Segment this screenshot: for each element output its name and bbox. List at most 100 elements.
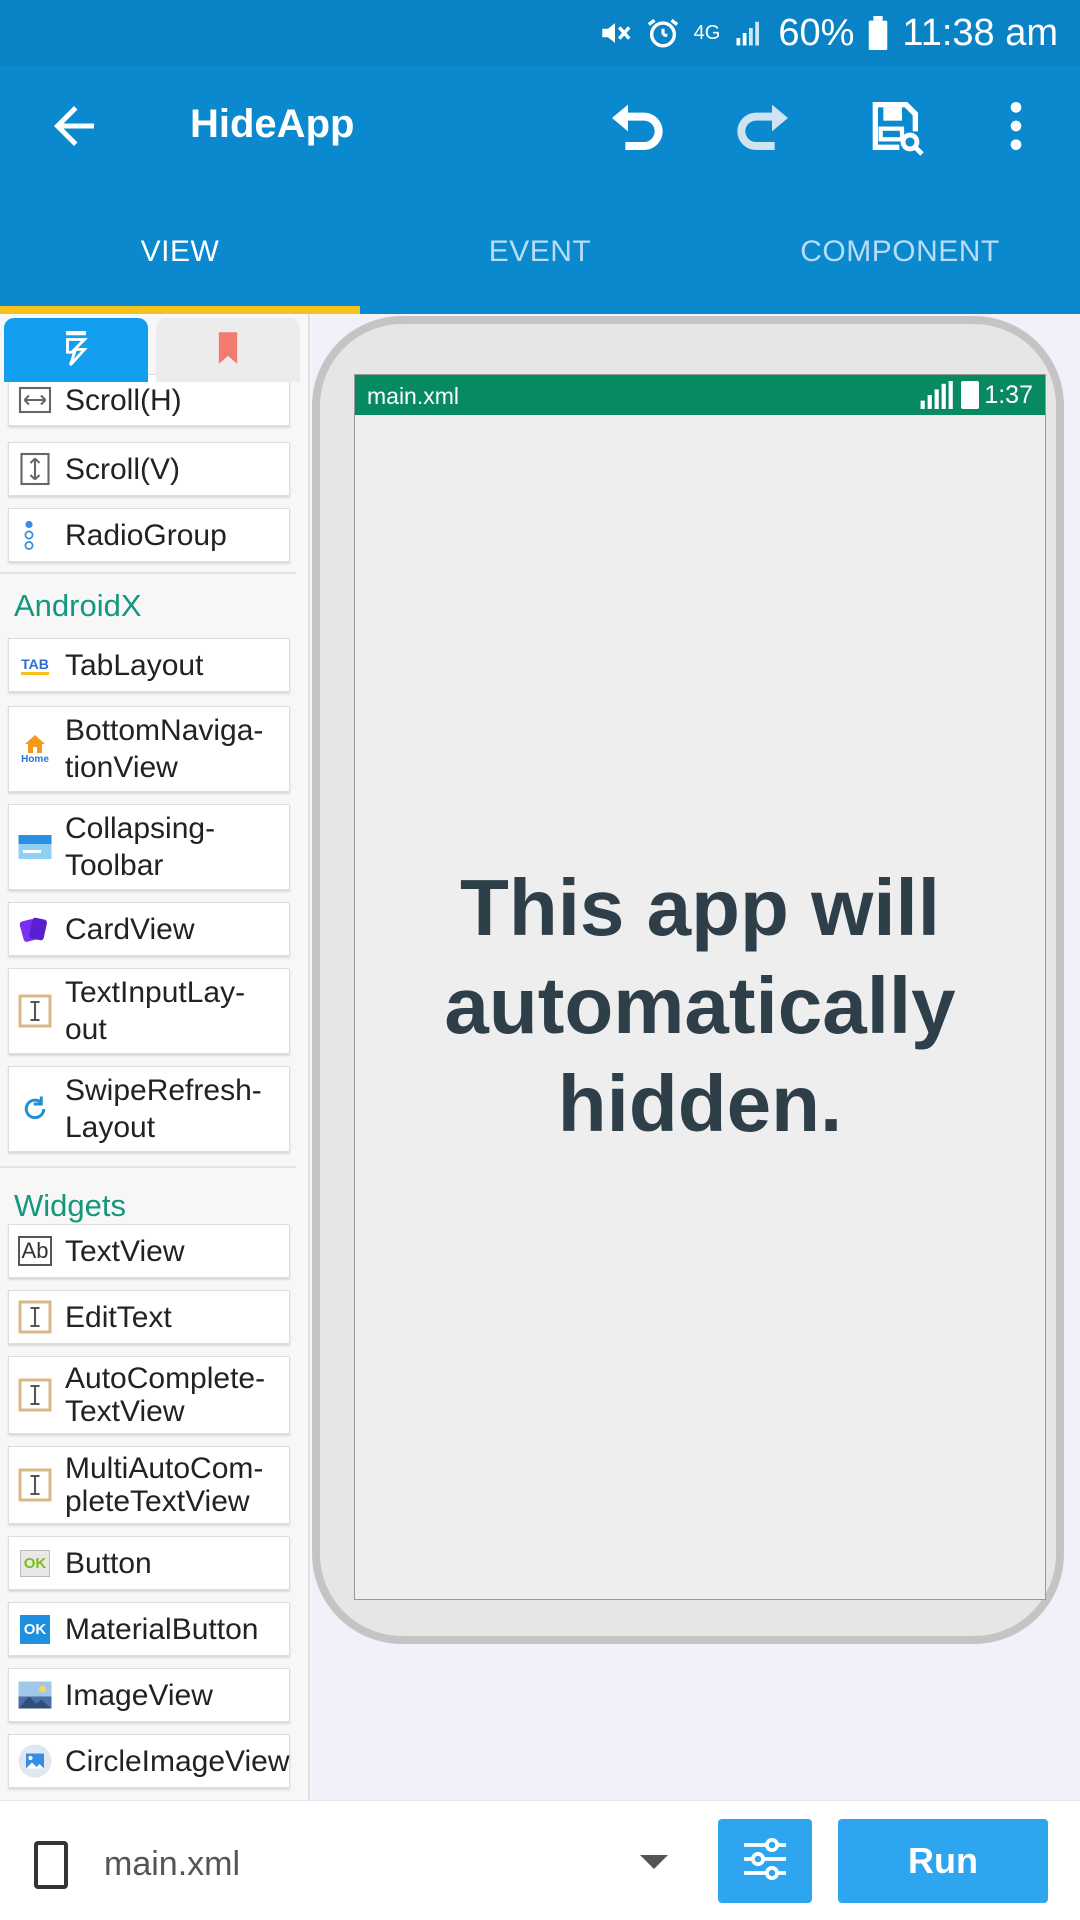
palette-item-label: SwipeRefresh- Layout: [65, 1074, 262, 1144]
scroll-v-icon: [15, 449, 55, 489]
ok-button-icon: OK: [15, 1543, 55, 1583]
properties-button[interactable]: [718, 1819, 812, 1903]
palette-item-label: Button: [65, 1546, 152, 1580]
palette-item-edittext[interactable]: EditText: [8, 1290, 290, 1344]
palette-item-tablayout[interactable]: TAB TabLayout: [8, 638, 290, 692]
layout-preview-area: main.xml 1:37 This app will automaticall…: [312, 314, 1080, 1800]
palette-item-label: TabLayout: [65, 648, 204, 682]
editor-tabs: VIEW EVENT COMPONENT: [0, 190, 1080, 314]
palette-item-textinputlayout[interactable]: TextInputLay- out: [8, 968, 290, 1054]
widgets-icon: [59, 328, 93, 373]
palette-tab-widgets[interactable]: [4, 318, 148, 382]
tab-event[interactable]: EVENT: [360, 190, 720, 314]
text-cursor-icon: [15, 1375, 55, 1415]
home-icon-text: Home: [21, 753, 49, 765]
palette-divider: [0, 1166, 296, 1168]
tab-view[interactable]: VIEW: [0, 190, 360, 314]
ok-icon-text: OK: [19, 1549, 51, 1577]
palette-item-scroll-v[interactable]: Scroll(V): [8, 442, 290, 496]
ab-icon-text: Ab: [17, 1236, 53, 1266]
text-cursor-icon: [15, 991, 55, 1031]
text-cursor-icon: [15, 1465, 55, 1505]
save-icon[interactable]: [862, 94, 926, 158]
image-icon: [15, 1675, 55, 1715]
tab-label: VIEW: [140, 235, 220, 268]
palette-item-label: EditText: [65, 1300, 172, 1334]
run-button[interactable]: Run: [838, 1819, 1048, 1903]
back-arrow-icon[interactable]: [44, 96, 104, 156]
palette-item-label: MaterialButton: [65, 1612, 259, 1646]
palette-tab-bookmarks[interactable]: [156, 318, 300, 382]
sketchware-editor: 4G 60% 11:38 am HideApp VIEW EVENT COMPO…: [0, 0, 1080, 1920]
section-title-androidx: AndroidX: [14, 588, 142, 623]
preview-textview-message[interactable]: This app will automatically hidden.: [355, 859, 1045, 1153]
palette-item-bottomnavigationview[interactable]: Home BottomNaviga- tionView: [8, 706, 290, 792]
app-bar: HideApp: [0, 66, 1080, 190]
alarm-icon: [646, 16, 680, 50]
palette-item-label: CircleImageView: [65, 1744, 290, 1778]
palette-item-collapsingtoolbar[interactable]: Collapsing- Toolbar: [8, 804, 290, 890]
scroll-h-icon: [15, 380, 55, 420]
palette-item-materialbutton[interactable]: OK MaterialButton: [8, 1602, 290, 1656]
section-title-widgets: Widgets: [14, 1188, 126, 1223]
project-title: HideApp: [190, 102, 355, 146]
undo-icon[interactable]: [604, 94, 668, 158]
network-type-label: 4G: [693, 21, 721, 44]
device-signal-icon: [919, 381, 953, 415]
palette-item-label: MultiAutoCom- pleteTextView: [65, 1452, 264, 1518]
tab-icon-text: TAB: [21, 656, 49, 675]
battery-percent: 60%: [778, 11, 855, 54]
palette-item-autocompletetextview[interactable]: AutoComplete- TextView: [8, 1356, 290, 1434]
tab-indicator: [0, 306, 360, 314]
dropdown-arrow-icon[interactable]: [640, 1855, 668, 1869]
text-cursor-icon: [15, 1297, 55, 1337]
palette-item-label: Scroll(H): [65, 383, 182, 417]
palette-item-label: RadioGroup: [65, 518, 227, 552]
tab-label: EVENT: [488, 235, 592, 268]
palette-item-circleimageview[interactable]: CircleImageView: [8, 1734, 290, 1788]
device-screen[interactable]: main.xml 1:37 This app will automaticall…: [354, 374, 1046, 1600]
widget-palette[interactable]: Scroll(H) Scroll(V) RadioGroup AndroidX …: [0, 314, 310, 1800]
cards-icon: [15, 909, 55, 949]
tab-label: COMPONENT: [800, 235, 1000, 268]
palette-item-label: Scroll(V): [65, 452, 181, 486]
palette-item-imageview[interactable]: ImageView: [8, 1668, 290, 1722]
ab-text-icon: Ab: [15, 1231, 55, 1271]
more-vert-icon[interactable]: [984, 94, 1048, 158]
ok-material-icon: OK: [15, 1609, 55, 1649]
clock-time: 11:38 am: [902, 11, 1058, 54]
system-status-bar: 4G 60% 11:38 am: [0, 0, 1080, 66]
palette-item-label: ImageView: [65, 1678, 213, 1712]
layout-file-selector[interactable]: main.xml: [104, 1845, 240, 1884]
signal-icon: [734, 18, 764, 48]
palette-item-label: AutoComplete- TextView: [65, 1362, 266, 1428]
bottom-bar: main.xml Run: [0, 1800, 1080, 1920]
palette-list[interactable]: Scroll(H) Scroll(V) RadioGroup AndroidX …: [0, 314, 308, 1800]
phone-icon: [34, 1841, 68, 1889]
tab-component[interactable]: COMPONENT: [720, 190, 1080, 314]
battery-icon: [868, 16, 888, 50]
palette-item-label: Collapsing- Toolbar: [65, 812, 216, 882]
tune-icon: [737, 1831, 793, 1892]
palette-item-textview[interactable]: Ab TextView: [8, 1224, 290, 1278]
palette-item-cardview[interactable]: CardView: [8, 902, 290, 956]
palette-item-label: BottomNaviga- tionView: [65, 714, 264, 784]
device-layout-filename: main.xml: [367, 383, 460, 409]
redo-icon[interactable]: [732, 94, 796, 158]
palette-item-button[interactable]: OK Button: [8, 1536, 290, 1590]
toolbar-icon: [15, 827, 55, 867]
palette-item-label: CardView: [65, 912, 195, 946]
device-status-bar: main.xml 1:37: [355, 375, 1045, 415]
palette-divider: [0, 572, 296, 574]
home-icon: Home: [15, 729, 55, 769]
circle-image-icon: [15, 1741, 55, 1781]
ok-icon-text: OK: [19, 1614, 51, 1644]
palette-item-radiogroup[interactable]: RadioGroup: [8, 508, 290, 562]
device-time: 1:37: [984, 381, 1033, 409]
palette-item-swiperefreshlayout[interactable]: SwipeRefresh- Layout: [8, 1066, 290, 1152]
bookmark-icon: [214, 331, 242, 370]
mute-icon: [598, 16, 632, 50]
tab-icon: TAB: [15, 645, 55, 685]
palette-item-multiautocompletetextview[interactable]: MultiAutoCom- pleteTextView: [8, 1446, 290, 1524]
device-battery-icon: [961, 381, 979, 409]
